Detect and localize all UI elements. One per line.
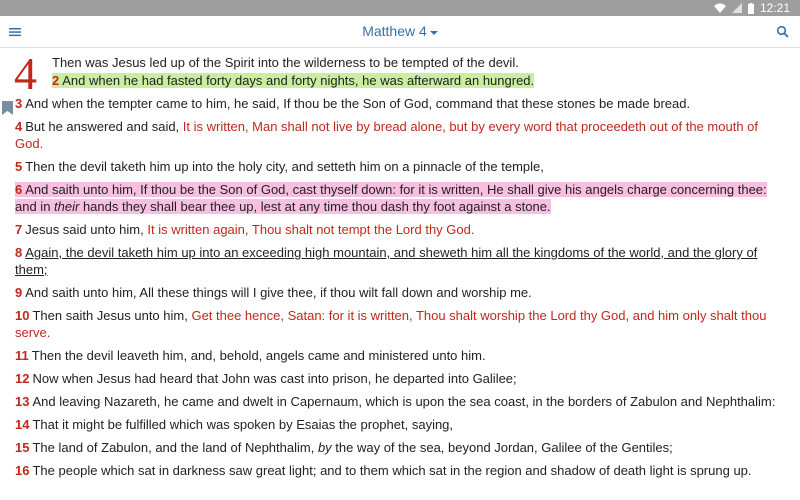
verse-15[interactable]: 15 The land of Zabulon, and the land of N…	[0, 439, 800, 456]
verse-number: 7	[15, 222, 23, 237]
verse-11[interactable]: 11 Then the devil leaveth him, and, behol…	[0, 347, 800, 364]
verse-1[interactable]: Then was Jesus led up of the Spirit into…	[0, 54, 800, 71]
page-title: Matthew 4	[362, 23, 427, 39]
verse-text: hands they shall bear thee up, lest at a…	[79, 199, 551, 214]
caret-down-icon	[429, 23, 438, 39]
verse-16[interactable]: 16 The people which sat in darkness saw g…	[0, 462, 800, 479]
verse-number: 6	[15, 182, 23, 197]
verse-text: Jesus said unto him,	[25, 222, 148, 237]
verse-13[interactable]: 13 And leaving Nazareth, he came and dwel…	[0, 393, 800, 410]
verse-number: 10	[15, 308, 30, 323]
verse-text: And when he had fasted forty days and fo…	[62, 73, 535, 88]
verse-text: their	[54, 199, 80, 214]
verse-number: 4	[15, 119, 23, 134]
battery-icon	[747, 2, 754, 14]
verse-list: Then was Jesus led up of the Spirit into…	[0, 54, 800, 485]
verse-number: 2	[52, 73, 60, 88]
verse-text: And saith unto him, All these things wil…	[25, 285, 532, 300]
verse-text: Then the devil leaveth him, and, behold,…	[31, 348, 486, 363]
verse-5[interactable]: 5 Then the devil taketh him up into the h…	[0, 158, 800, 175]
verse-number: 3	[15, 96, 23, 111]
verse-text: The land of Zabulon, and the land of Nep…	[32, 440, 318, 455]
verse-9[interactable]: 9 And saith unto him, All these things wi…	[0, 284, 800, 301]
verse-number: 11	[15, 348, 29, 363]
status-bar: 12:21	[0, 0, 800, 16]
verse-text: The people which sat in darkness saw gre…	[32, 463, 752, 478]
bible-text-area[interactable]: 4 Then was Jesus led up of the Spirit in…	[0, 48, 800, 500]
book-chapter-selector: Matthew 4	[0, 23, 800, 39]
verse-number: 12	[15, 371, 30, 386]
verse-number: 14	[15, 417, 30, 432]
verse-text: the way of the sea, beyond Jordan, Galil…	[331, 440, 673, 455]
verse-8[interactable]: 8 Again, the devil taketh him up into an …	[0, 244, 800, 278]
verse-text: Then saith Jesus unto him,	[32, 308, 192, 323]
verse-text: by	[317, 440, 332, 455]
verse-text: And leaving Nazareth, he came and dwelt …	[32, 394, 776, 409]
verse-2[interactable]: 2 And when he had fasted forty days and f…	[0, 72, 800, 89]
verse-number: 5	[15, 159, 23, 174]
chapter-title-button[interactable]: Matthew 4	[362, 23, 438, 39]
verse-number: 9	[15, 285, 23, 300]
words-of-jesus-text: It is written again, Thou shalt not temp…	[147, 222, 475, 237]
verse-text: Again, the devil taketh him up into an e…	[15, 245, 758, 277]
verse-number: 8	[15, 245, 23, 260]
verse-12[interactable]: 12 Now when Jesus had heard that John was…	[0, 370, 800, 387]
verse-text: And when the tempter came to him, he sai…	[25, 96, 691, 111]
verse-text: Now when Jesus had heard that John was c…	[32, 371, 517, 386]
status-time: 12:21	[759, 1, 790, 15]
verse-text: But he answered and said,	[25, 119, 183, 134]
status-icons: 12:21	[713, 0, 790, 16]
verse-number: 13	[15, 394, 30, 409]
app-bar: Matthew 4	[0, 16, 800, 48]
verse-4[interactable]: 4 But he answered and said, It is written…	[0, 118, 800, 152]
verse-7[interactable]: 7 Jesus said unto him, It is written agai…	[0, 221, 800, 238]
verse-10[interactable]: 10 Then saith Jesus unto him, Get thee he…	[0, 307, 800, 341]
verse-text: That it might be fulfilled which was spo…	[32, 417, 454, 432]
verse-14[interactable]: 14 That it might be fulfilled which was s…	[0, 416, 800, 433]
verse-number: 15	[15, 440, 30, 455]
verse-6[interactable]: 6 And saith unto him, If thou be the Son …	[0, 181, 800, 215]
search-icon[interactable]	[776, 25, 790, 39]
signal-icon	[731, 3, 742, 13]
verse-text: Then was Jesus led up of the Spirit into…	[52, 55, 519, 70]
verse-3[interactable]: 3 And when the tempter came to him, he sa…	[0, 95, 800, 112]
verse-text: Then the devil taketh him up into the ho…	[25, 159, 544, 174]
wifi-icon	[713, 3, 726, 13]
verse-number: 16	[15, 463, 30, 478]
